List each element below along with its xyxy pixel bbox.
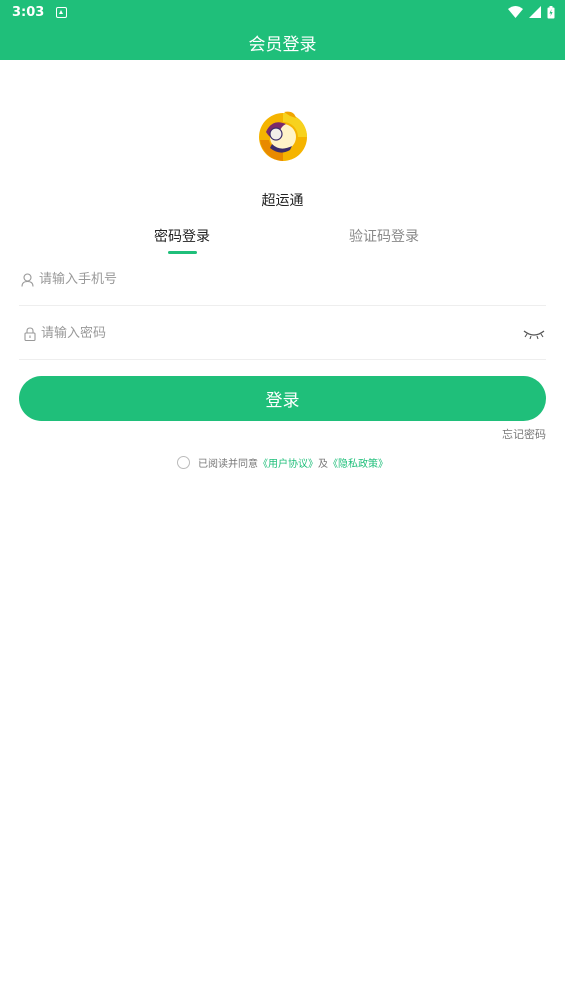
- agreement-checkbox[interactable]: [177, 456, 190, 469]
- notification-icon: [56, 6, 68, 18]
- app-bar: 会员登录: [0, 24, 565, 60]
- tab-code-login[interactable]: 验证码登录: [336, 226, 432, 246]
- forgot-password-link[interactable]: 忘记密码: [502, 426, 546, 442]
- status-time: 3:03: [12, 4, 45, 20]
- password-field: [19, 308, 546, 360]
- user-agreement-link[interactable]: 《用户协议》: [258, 455, 318, 470]
- status-bar: 3:03: [0, 0, 565, 24]
- password-input[interactable]: [41, 318, 522, 349]
- tab-password-login[interactable]: 密码登录: [142, 226, 222, 246]
- phone-input[interactable]: [39, 264, 546, 295]
- privacy-policy-link[interactable]: 《隐私政策》: [328, 455, 388, 470]
- app-name: 超运通: [261, 193, 304, 209]
- password-visibility-toggle-icon[interactable]: [522, 326, 546, 342]
- signal-icon: [529, 6, 541, 18]
- agreement-joiner: 及: [318, 459, 328, 470]
- login-button[interactable]: 登录: [19, 376, 546, 421]
- user-icon: [19, 272, 35, 288]
- page-title: 会员登录: [248, 34, 317, 55]
- agreement-prefix: 已阅读并同意: [198, 459, 258, 470]
- battery-icon: [547, 5, 555, 18]
- wifi-icon: [508, 6, 523, 18]
- phone-field: [19, 254, 546, 306]
- lock-icon: [22, 326, 38, 342]
- app-logo: [259, 111, 307, 161]
- agreement-row: 已阅读并同意 《用户协议》 及 《隐私政策》: [0, 455, 565, 470]
